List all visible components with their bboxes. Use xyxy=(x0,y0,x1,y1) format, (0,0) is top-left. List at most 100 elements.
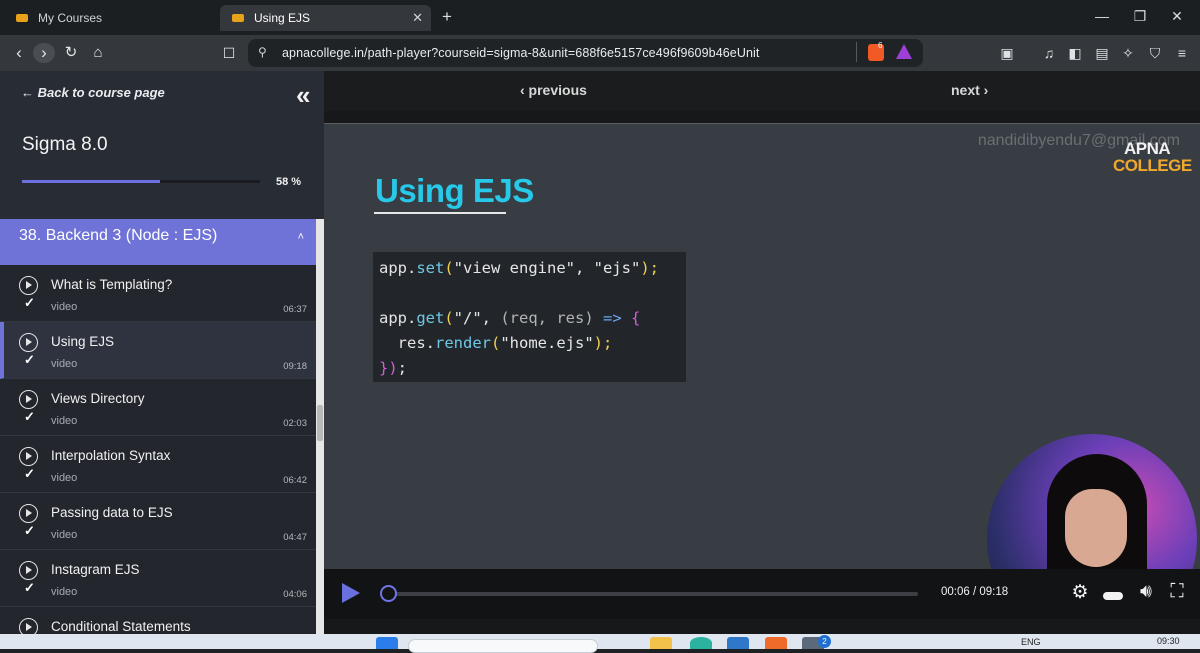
seek-handle[interactable] xyxy=(379,585,397,602)
bookmark-icon[interactable]: ☐ xyxy=(218,43,240,63)
forward-icon[interactable]: › xyxy=(33,43,55,63)
section-header[interactable]: 38. Backend 3 (Node : EJS) ˄ xyxy=(0,219,316,265)
section-title: 38. Backend 3 (Node : EJS) xyxy=(19,227,218,244)
lesson-title: Views Directory xyxy=(51,391,145,406)
code-line: }); xyxy=(379,359,408,377)
lesson-title: Instagram EJS xyxy=(51,562,140,577)
webcam-face xyxy=(1065,489,1127,567)
lesson-item[interactable]: Conditional Statements xyxy=(0,607,316,634)
edge-icon[interactable] xyxy=(690,637,712,649)
back-icon[interactable]: ‹ xyxy=(8,43,30,63)
course-progress-label: 58 % xyxy=(276,176,302,188)
volume-icon[interactable]: 🔊︎ xyxy=(1135,581,1157,603)
language-indicator[interactable]: ENG xyxy=(1021,637,1041,647)
minimize-button[interactable]: — xyxy=(1092,8,1112,24)
play-circle-icon xyxy=(19,390,38,409)
slide-title-underline xyxy=(374,212,506,214)
seek-bar[interactable] xyxy=(380,592,918,596)
fullscreen-icon[interactable]: ⛶ xyxy=(1166,581,1188,603)
play-circle-icon xyxy=(19,618,38,634)
new-tab-button[interactable]: + xyxy=(442,7,452,27)
check-icon: ✓ xyxy=(24,523,35,538)
sidebar-toggle-icon[interactable]: ◧ xyxy=(1066,44,1084,62)
maximize-button[interactable]: ❐ xyxy=(1130,8,1150,25)
reader-mode-icon[interactable]: ▣ xyxy=(998,44,1016,62)
play-circle-icon xyxy=(19,276,38,295)
notification-badge: 2 xyxy=(818,635,831,648)
brave-taskbar-icon[interactable] xyxy=(765,637,787,649)
file-explorer-icon[interactable] xyxy=(650,637,672,649)
tab-label: My Courses xyxy=(38,11,103,25)
vpn-icon[interactable]: ⛉ xyxy=(1146,44,1164,62)
lesson-item[interactable]: ✓ What is Templating? video 06:37 xyxy=(0,265,316,322)
volume-slider[interactable] xyxy=(1102,584,1124,606)
lesson-item[interactable]: ✓ Views Directory video 02:03 xyxy=(0,379,316,436)
lesson-title: Conditional Statements xyxy=(51,619,191,634)
wallet-icon[interactable]: ▤ xyxy=(1093,44,1111,62)
leo-ai-icon[interactable]: ✧ xyxy=(1119,44,1137,62)
lesson-type: video xyxy=(51,529,78,541)
collapse-sidebar-icon[interactable]: « xyxy=(296,80,311,111)
store-icon[interactable] xyxy=(727,637,749,649)
shield-badge: 6 xyxy=(878,41,883,50)
settings-gear-icon[interactable]: ⚙ xyxy=(1069,581,1091,604)
back-to-course-link[interactable]: ← Back to course page xyxy=(21,85,165,100)
lesson-title: Using EJS xyxy=(51,334,115,349)
lesson-item[interactable]: ✓ Passing data to EJS video 04:47 xyxy=(0,493,316,550)
close-tab-icon[interactable]: ✕ xyxy=(412,10,423,26)
menu-icon[interactable]: ≡ xyxy=(1173,44,1191,62)
lesson-title: Passing data to EJS xyxy=(51,505,173,520)
lesson-duration: 06:42 xyxy=(283,475,307,486)
browser-tab-bar: My Courses Using EJS ✕ + — ❐ ✕ xyxy=(0,0,1200,35)
play-circle-icon xyxy=(19,447,38,466)
play-circle-icon xyxy=(19,561,38,580)
course-title: Sigma 8.0 xyxy=(22,134,108,155)
lesson-type: video xyxy=(51,415,78,427)
course-sidebar: ← Back to course page « Sigma 8.0 58 % 3… xyxy=(0,71,324,634)
reload-icon[interactable]: ↻ xyxy=(60,43,82,63)
lesson-navigation: ‹ previous next › xyxy=(324,71,1200,111)
media-icon[interactable]: ♫ xyxy=(1040,44,1058,62)
player-area: ‹ previous next › nandidibyendu7@gmail.c… xyxy=(324,71,1200,634)
course-progress-bar xyxy=(22,180,260,183)
lesson-duration: 09:18 xyxy=(283,361,307,372)
taskbar-clock[interactable]: 09:30 xyxy=(1157,636,1180,646)
lesson-item[interactable]: ✓ Instagram EJS video 04:06 xyxy=(0,550,316,607)
site-settings-icon[interactable]: ⚲ xyxy=(258,45,267,59)
sidebar-scrollbar[interactable] xyxy=(316,219,324,634)
close-window-button[interactable]: ✕ xyxy=(1167,8,1187,25)
code-line: app.get("/", (req, res) => { xyxy=(379,309,641,327)
check-icon: ✓ xyxy=(24,466,35,481)
divider xyxy=(856,42,857,62)
check-icon: ✓ xyxy=(24,295,35,310)
lesson-duration: 06:37 xyxy=(283,304,307,315)
brave-rewards-icon[interactable] xyxy=(896,44,912,59)
windows-taskbar: 2 ENG 09:30 xyxy=(0,634,1200,653)
lesson-duration: 04:47 xyxy=(283,532,307,543)
apna-college-favicon xyxy=(16,14,28,22)
check-icon: ✓ xyxy=(24,580,35,595)
video-frame[interactable]: nandidibyendu7@gmail.com APNA COLLEGE Us… xyxy=(324,123,1200,619)
code-line: app.set("view engine", "ejs"); xyxy=(379,259,659,277)
lesson-duration: 02:03 xyxy=(283,418,307,429)
home-icon[interactable]: ⌂ xyxy=(87,43,109,63)
lesson-item-active[interactable]: ✓ Using EJS video 09:18 xyxy=(0,322,316,379)
previous-button[interactable]: ‹ previous xyxy=(520,82,587,98)
lesson-item[interactable]: ✓ Interpolation Syntax video 06:42 xyxy=(0,436,316,493)
next-button[interactable]: next › xyxy=(951,82,988,98)
lesson-duration: 04:06 xyxy=(283,589,307,600)
play-circle-icon xyxy=(19,333,38,352)
lesson-type: video xyxy=(51,358,78,370)
code-snippet: app.set("view engine", "ejs"); app.get("… xyxy=(373,252,686,382)
windows-start-icon[interactable] xyxy=(376,637,398,649)
lesson-type: video xyxy=(51,586,78,598)
play-icon[interactable] xyxy=(342,583,360,603)
tab-my-courses[interactable]: My Courses xyxy=(4,5,216,31)
tab-using-ejs[interactable]: Using EJS ✕ xyxy=(220,5,431,31)
scrollbar-thumb[interactable] xyxy=(317,405,323,441)
address-bar[interactable]: ⚲ apnacollege.in/path-player?courseid=si… xyxy=(248,39,923,67)
taskbar-search[interactable] xyxy=(408,639,598,653)
lesson-type: video xyxy=(51,301,78,313)
browser-toolbar: ‹ › ↻ ⌂ ☐ ⚲ apnacollege.in/path-player?c… xyxy=(0,35,1200,71)
